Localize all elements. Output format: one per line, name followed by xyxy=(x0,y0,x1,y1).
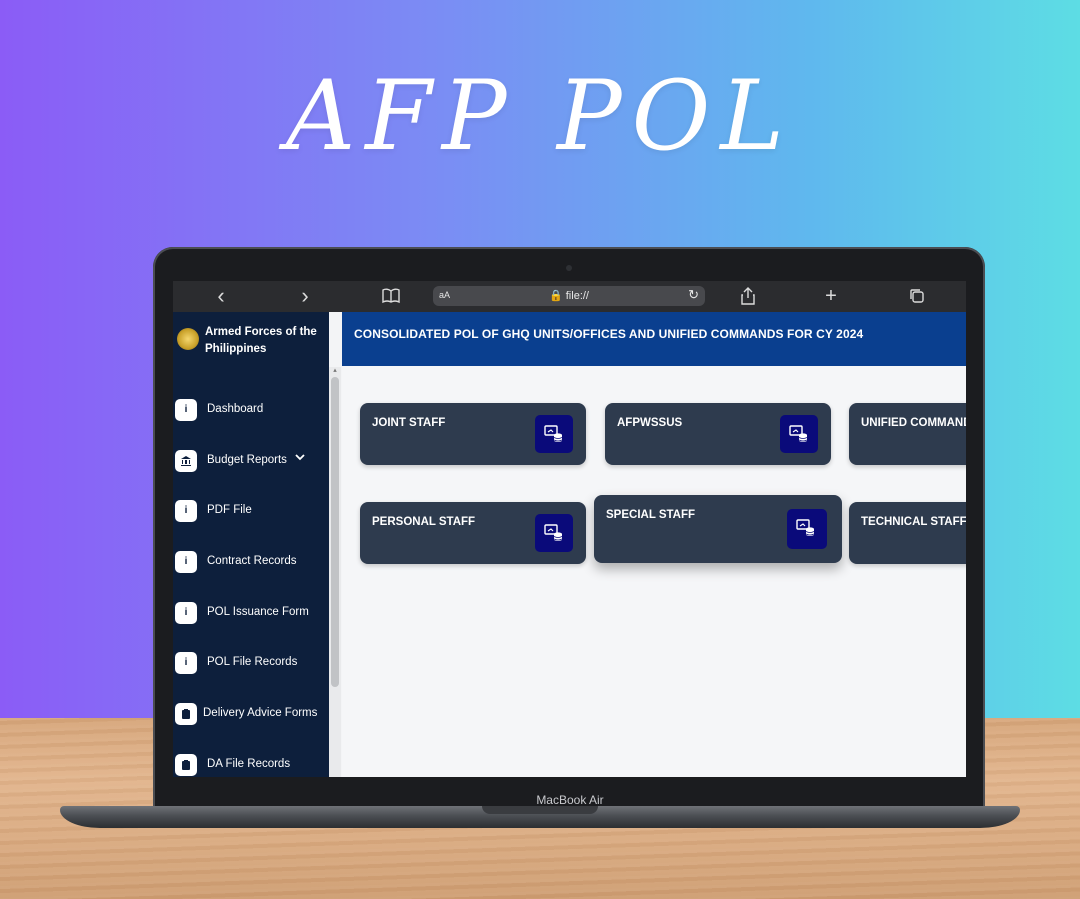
bookmarks-icon[interactable] xyxy=(380,286,402,306)
sidebar-item-label: Delivery Advice Forms xyxy=(203,707,318,719)
sidebar: Armed Forces of the Philippines i Dashbo… xyxy=(173,312,329,777)
card-unified-commands[interactable]: UNIFIED COMMANDS xyxy=(849,403,966,465)
scrollbar-thumb[interactable] xyxy=(331,377,339,687)
laptop-notch xyxy=(482,806,598,814)
new-tab-icon[interactable]: + xyxy=(821,286,841,306)
sidebar-item-delivery-advice-forms[interactable]: Delivery Advice Forms xyxy=(173,700,329,730)
forward-icon[interactable]: › xyxy=(295,285,315,307)
share-icon[interactable] xyxy=(738,286,758,306)
sidebar-item-budget-reports[interactable]: Budget Reports xyxy=(173,447,329,477)
clipboard-icon xyxy=(175,703,197,725)
laptop-model-label: MacBook Air xyxy=(536,793,604,807)
page-title: CONSOLIDATED POL OF GHQ UNITS/OFFICES AN… xyxy=(354,327,864,341)
database-icon[interactable] xyxy=(787,509,827,549)
info-icon: i xyxy=(175,399,197,421)
reload-icon[interactable]: ↻ xyxy=(688,287,699,303)
database-icon[interactable] xyxy=(535,514,573,552)
hero-title: AFP POL xyxy=(285,60,795,172)
sidebar-item-label: PDF File xyxy=(207,504,252,516)
sidebar-item-contract-records[interactable]: i Contract Records xyxy=(173,548,329,578)
scroll-up-icon[interactable]: ▴ xyxy=(331,367,339,375)
camera-icon xyxy=(566,265,572,271)
card-technical-staff[interactable]: TECHNICAL STAFF xyxy=(849,502,966,564)
info-icon: i xyxy=(175,551,197,573)
card-afpwssus[interactable]: AFPWSSUS xyxy=(605,403,831,465)
sidebar-item-label: POL File Records xyxy=(207,656,298,668)
sidebar-item-pdf-file[interactable]: i PDF File xyxy=(173,497,329,527)
card-label: JOINT STAFF xyxy=(372,417,446,429)
card-special-staff[interactable]: SPECIAL STAFF xyxy=(594,495,842,563)
sidebar-item-pol-file-records[interactable]: i POL File Records xyxy=(173,649,329,679)
brand-name: Armed Forces of the Philippines xyxy=(205,326,317,355)
url-text: 🔒 file:// xyxy=(549,290,589,302)
card-label: SPECIAL STAFF xyxy=(606,509,696,521)
sidebar-item-label: Dashboard xyxy=(207,403,264,415)
address-bar[interactable]: aA 🔒 file:// ↻ xyxy=(433,286,705,306)
card-label: UNIFIED COMMANDS xyxy=(861,417,966,429)
clipboard-icon xyxy=(175,754,197,776)
afp-logo xyxy=(177,328,199,350)
chevron-down-icon[interactable] xyxy=(295,452,305,464)
card-personal-staff[interactable]: PERSONAL STAFF xyxy=(360,502,586,564)
main-content: JOINT STAFF AFPWSSUS UNIFIED COMMANDS PE… xyxy=(342,366,966,777)
bank-icon xyxy=(175,450,197,472)
sidebar-item-label: POL Issuance Form xyxy=(207,606,309,618)
sidebar-item-dashboard[interactable]: i Dashboard xyxy=(173,396,329,426)
sidebar-item-label: DA File Records xyxy=(207,758,291,770)
browser-toolbar: ‹ › aA 🔒 file:// ↻ + xyxy=(173,281,966,312)
brand[interactable]: Armed Forces of the Philippines xyxy=(173,312,329,367)
sidebar-item-pol-issuance-form[interactable]: i POL Issuance Form xyxy=(173,599,329,629)
database-icon[interactable] xyxy=(535,415,573,453)
card-label: AFPWSSUS xyxy=(617,417,683,429)
card-joint-staff[interactable]: JOINT STAFF xyxy=(360,403,586,465)
info-icon: i xyxy=(175,500,197,522)
screen: ‹ › aA 🔒 file:// ↻ + Armed Forces of the… xyxy=(173,281,966,777)
card-label: PERSONAL STAFF xyxy=(372,516,476,528)
sidebar-item-label: Budget Reports xyxy=(207,454,287,466)
tabs-overview-icon[interactable] xyxy=(907,286,927,306)
database-icon[interactable] xyxy=(780,415,818,453)
back-icon[interactable]: ‹ xyxy=(211,285,231,307)
info-icon: i xyxy=(175,652,197,674)
page-header: CONSOLIDATED POL OF GHQ UNITS/OFFICES AN… xyxy=(342,312,966,366)
sidebar-item-label: Contract Records xyxy=(207,555,297,567)
card-label: TECHNICAL STAFF xyxy=(861,516,966,528)
sidebar-item-da-file-records[interactable]: DA File Records xyxy=(173,751,329,777)
info-icon: i xyxy=(175,602,197,624)
